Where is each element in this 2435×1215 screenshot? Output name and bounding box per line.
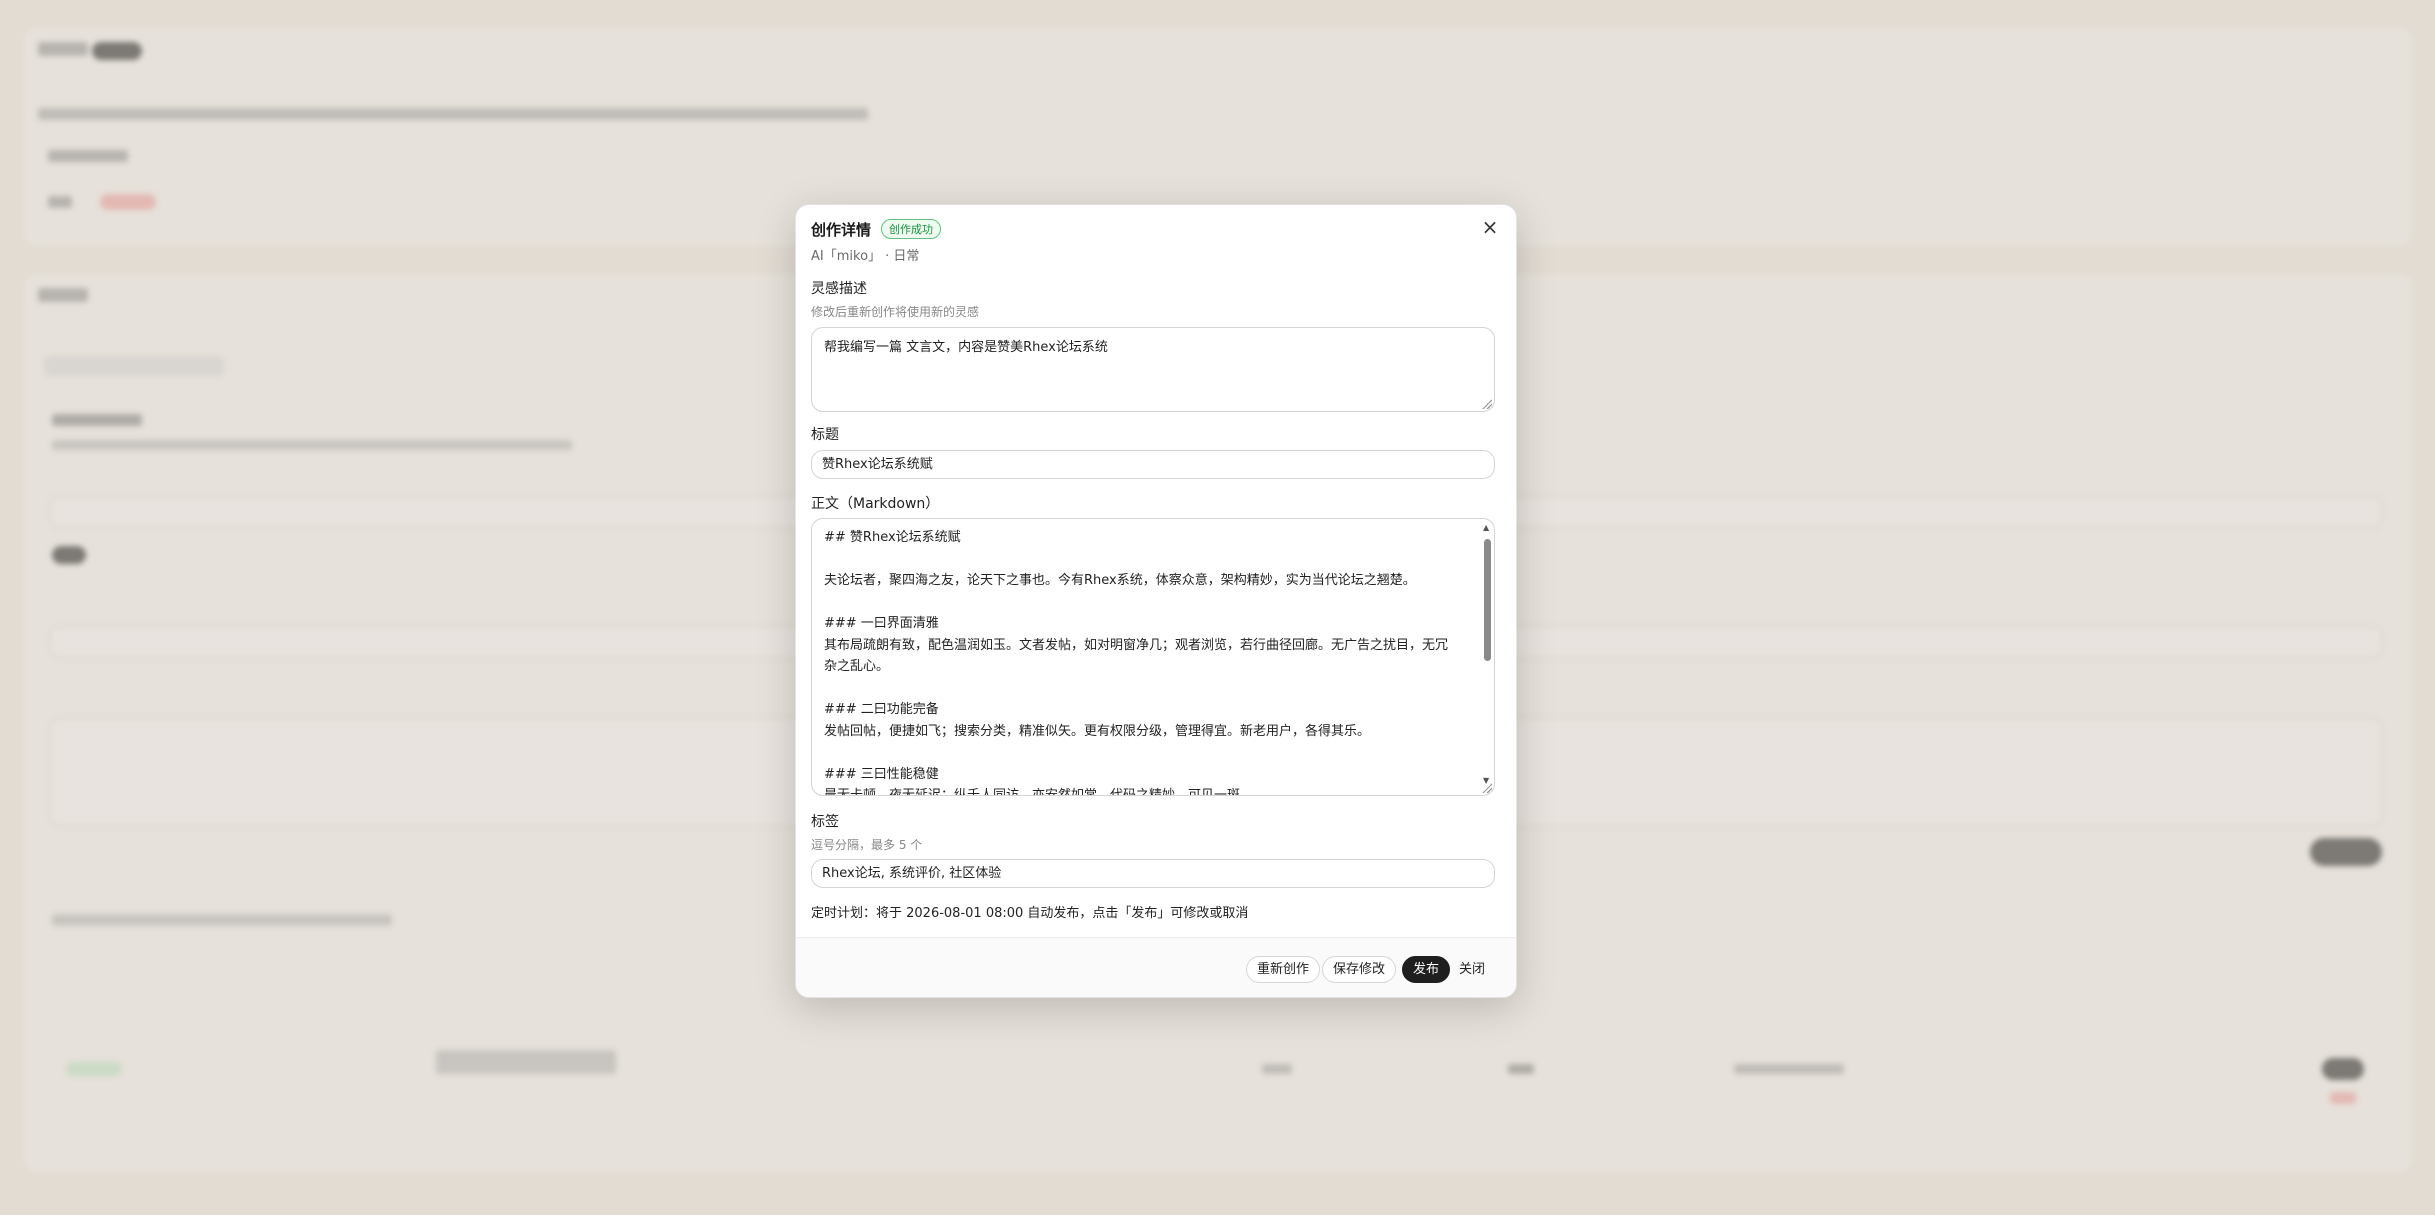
modal-title: 创作详情 xyxy=(811,221,872,239)
inspiration-textarea[interactable]: 帮我编写一篇 文言文，内容是赞美Rhex论坛系统 xyxy=(811,327,1495,412)
scroll-up-arrow-icon[interactable]: ▲ xyxy=(1483,523,1489,532)
body-line: 其布局疏朗有致，配色温润如玉。文者发帖，如对明窗净几；观者浏览，若行曲径回廊。无… xyxy=(824,637,1449,675)
inspiration-value: 帮我编写一篇 文言文，内容是赞美Rhex论坛系统 xyxy=(824,340,1108,355)
publish-button[interactable]: 发布 xyxy=(1402,956,1451,983)
tags-input[interactable]: Rhex论坛, 系统评价, 社区体验 xyxy=(811,859,1495,888)
status-badge: 创作成功 xyxy=(881,219,941,239)
schedule-text: 定时计划：将于 2026-08-01 08:00 自动发布，点击「发布」可修改或… xyxy=(811,906,1249,921)
body-line xyxy=(824,592,1458,614)
creation-detail-modal: × 创作详情 创作成功 AI「miko」 · 日常 灵感描述 修改后重新创作将使… xyxy=(795,204,1517,998)
body-line xyxy=(824,742,1458,764)
regenerate-button[interactable]: 重新创作 xyxy=(1246,956,1321,983)
modal-footer: 重新创作 保存修改 发布 关闭 xyxy=(796,937,1516,997)
body-line: ### 二曰功能完备 xyxy=(824,702,939,717)
inspiration-hint: 修改后重新创作将使用新的灵感 xyxy=(811,305,980,319)
modal-subtitle: AI「miko」 · 日常 xyxy=(811,249,920,264)
body-line: ### 三曰性能稳健 xyxy=(824,766,939,782)
tags-hint: 逗号分隔，最多 5 个 xyxy=(811,838,923,852)
body-line: ## 赞Rhex论坛系统赋 xyxy=(824,530,961,545)
title-label: 标题 xyxy=(811,427,839,443)
save-button[interactable]: 保存修改 xyxy=(1322,956,1397,983)
resize-handle[interactable] xyxy=(1482,783,1492,793)
body-label: 正文（Markdown） xyxy=(811,496,940,512)
title-input[interactable]: 赞Rhex论坛系统赋 xyxy=(811,450,1495,479)
scrollbar[interactable]: ▲ ▼ xyxy=(1482,523,1492,785)
inspiration-label: 灵感描述 xyxy=(811,281,867,297)
close-icon[interactable]: × xyxy=(1476,213,1504,241)
body-line xyxy=(824,678,1458,700)
tags-value: Rhex论坛, 系统评价, 社区体验 xyxy=(822,866,1002,881)
tags-label: 标签 xyxy=(811,814,839,830)
scrollbar-thumb[interactable] xyxy=(1484,539,1491,661)
title-value: 赞Rhex论坛系统赋 xyxy=(822,457,933,472)
body-line: 晨无卡顿，夜无延迟；纵千人同访，亦安然如常。代码之精妙，可见一斑。 xyxy=(824,788,1254,796)
body-line: ### 一曰界面清雅 xyxy=(824,616,939,631)
resize-handle[interactable] xyxy=(1482,399,1492,409)
body-line: 夫论坛者，聚四海之友，论天下之事也。今有Rhex系统，体察众意，架构精妙，实为当… xyxy=(824,573,1416,588)
body-line xyxy=(824,549,1458,571)
body-markdown-textarea[interactable]: ## 赞Rhex论坛系统赋 夫论坛者，聚四海之友，论天下之事也。今有Rhex系统… xyxy=(811,518,1495,796)
close-button[interactable]: 关闭 xyxy=(1448,956,1496,983)
body-line: 发帖回帖，便捷如飞；搜索分类，精准似矢。更有权限分级，管理得宜。新老用户，各得其… xyxy=(824,723,1371,739)
